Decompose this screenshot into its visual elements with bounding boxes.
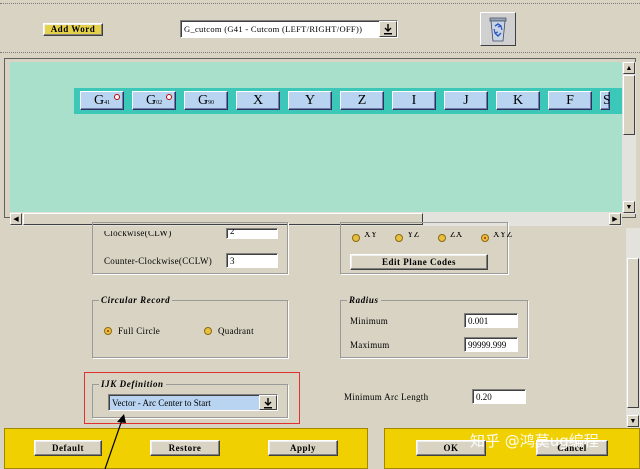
scroll-down-icon[interactable]: ▼: [627, 415, 639, 427]
scroll-thumb[interactable]: [627, 258, 639, 408]
word-f[interactable]: F: [548, 91, 592, 110]
circular-record-title: Circular Record: [99, 295, 173, 305]
plane-zx-label: ZX: [450, 232, 463, 239]
watermark: 知乎 @鸿莫ug编程: [470, 432, 599, 450]
word-g90[interactable]: G90: [184, 91, 228, 110]
word-select-dropdown[interactable]: G_cutcom (G41 - Cutcom (LEFT/RIGHT/OFF)): [180, 20, 398, 38]
word-j[interactable]: J: [444, 91, 488, 110]
word-s[interactable]: S: [600, 91, 610, 110]
recycle-bin-icon: [489, 17, 507, 42]
radius-minimum-field[interactable]: 0.001: [464, 313, 518, 328]
plane-xyz-radio[interactable]: [481, 234, 489, 242]
plane-yz-radio[interactable]: [395, 234, 403, 242]
plane-yz-label: YZ: [407, 232, 420, 239]
separator: [0, 3, 640, 4]
word-y[interactable]: Y: [288, 91, 332, 110]
word-k[interactable]: K: [496, 91, 540, 110]
radius-maximum-field[interactable]: 99999.999: [464, 337, 518, 352]
ccw-label: Counter-Clockwise(CCLW): [104, 256, 213, 266]
dropdown-arrow-button[interactable]: [379, 21, 397, 37]
quadrant-radio[interactable]: [204, 327, 212, 335]
scroll-right-icon[interactable]: ▶: [609, 213, 621, 225]
annotation-arrow-icon: [104, 414, 126, 469]
add-word-button[interactable]: Add Word: [43, 23, 103, 36]
default-button[interactable]: Default: [34, 440, 102, 456]
ccw-field[interactable]: 3: [226, 253, 278, 268]
edit-plane-codes-button[interactable]: Edit Plane Codes: [350, 254, 488, 270]
scroll-up-icon[interactable]: ▲: [623, 62, 635, 74]
word-g02[interactable]: G02: [132, 91, 176, 110]
word-z[interactable]: Z: [340, 91, 384, 110]
scroll-left-icon[interactable]: ◀: [10, 213, 22, 225]
mandatory-indicator-icon: [114, 94, 120, 100]
radius-maximum-label: Maximum: [350, 340, 390, 350]
plane-zx-radio[interactable]: [438, 234, 446, 242]
radius-minimum-label: Minimum: [350, 316, 389, 326]
mandatory-indicator-icon: [166, 94, 172, 100]
apply-button[interactable]: Apply: [268, 440, 338, 456]
full-circle-label: Full Circle: [118, 326, 161, 336]
separator: [0, 52, 640, 53]
panel-vertical-scrollbar[interactable]: ▲ ▼: [622, 62, 636, 214]
restore-button[interactable]: Restore: [150, 440, 220, 456]
plane-xy-label: XY: [364, 232, 378, 239]
block-template-panel: [10, 62, 622, 212]
clockwise-field[interactable]: 2: [226, 228, 278, 239]
radius-title: Radius: [347, 295, 381, 305]
min-arc-length-label: Minimum Arc Length: [344, 392, 429, 402]
plane-xyz-label: XYZ: [493, 232, 513, 239]
quadrant-label: Quadrant: [218, 326, 254, 336]
word-toolbar: Add Word G_cutcom (G41 - Cutcom (LEFT/RI…: [0, 0, 640, 58]
word-g41[interactable]: G41: [80, 91, 124, 110]
dialog-vertical-scrollbar[interactable]: ▼: [626, 228, 640, 428]
full-circle-radio[interactable]: [104, 327, 112, 335]
scroll-thumb[interactable]: [623, 75, 635, 135]
download-arrow-icon: [384, 24, 392, 35]
word-select-value: G_cutcom (G41 - Cutcom (LEFT/RIGHT/OFF)): [184, 24, 363, 34]
scroll-down-icon[interactable]: ▼: [623, 201, 635, 213]
clockwise-label: Clockwise(CLW): [104, 231, 172, 238]
min-arc-length-field[interactable]: 0.20: [472, 389, 526, 404]
recycle-bin-button[interactable]: [480, 12, 516, 46]
plane-xy-radio[interactable]: [352, 234, 360, 242]
word-x[interactable]: X: [236, 91, 280, 110]
word-i[interactable]: I: [392, 91, 436, 110]
